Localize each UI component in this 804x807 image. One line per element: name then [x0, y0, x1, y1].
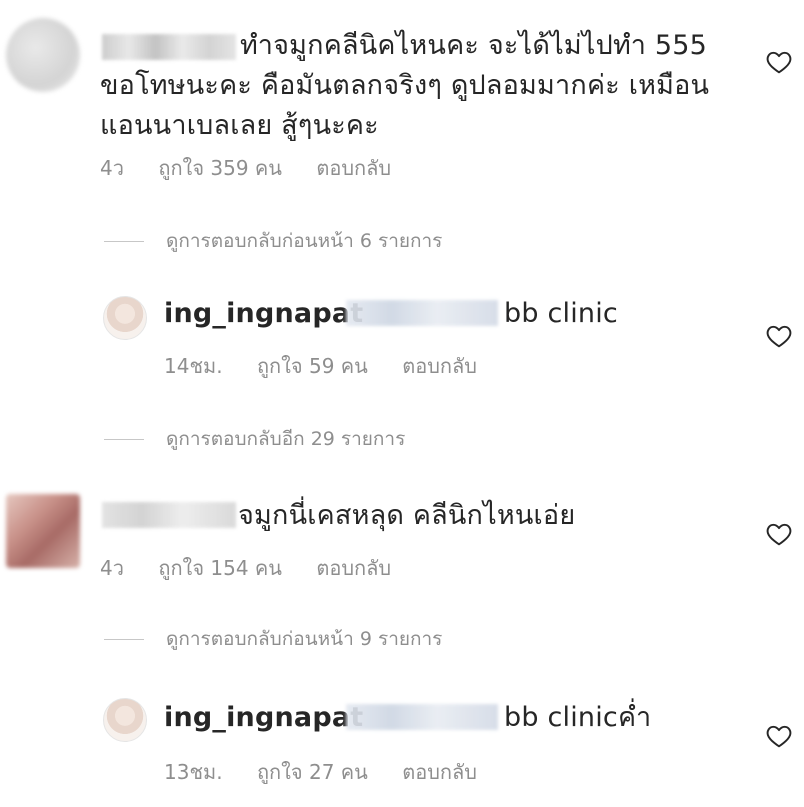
reply-username[interactable]: ing_ingnapat: [164, 298, 363, 329]
reply-reply-button[interactable]: ตอบกลับ: [402, 354, 477, 378]
reply-time: 14ชม.: [164, 354, 223, 378]
reply-avatar[interactable]: [103, 698, 147, 742]
view-more-replies-label: ดูการตอบกลับอีก 29 รายการ: [166, 428, 406, 450]
comment-text-line-3: แอนนาเบลเลย สู้ๆนะคะ: [100, 110, 379, 141]
mention-redacted[interactable]: [346, 300, 498, 326]
divider-line: [104, 240, 144, 242]
reply-row: ing_ingnapat: [164, 294, 363, 334]
view-previous-replies-label: ดูการตอบกลับก่อนหน้า 6 รายการ: [166, 230, 443, 252]
commenter-avatar-blurred[interactable]: [6, 18, 80, 92]
divider-line: [104, 438, 144, 440]
comment-meta: 4ว ถูกใจ 154 คน ตอบกลับ: [100, 552, 419, 584]
heart-outline-icon[interactable]: [766, 50, 792, 74]
reply-row: ing_ingnapat: [164, 698, 363, 738]
comment-meta: 4ว ถูกใจ 359 คน ตอบกลับ: [100, 152, 419, 184]
heart-outline-icon[interactable]: [766, 522, 792, 546]
comment-time: 4ว: [100, 556, 124, 580]
heart-outline-icon[interactable]: [766, 324, 792, 348]
reply-text: bb clinicค่ำ: [504, 702, 652, 733]
comment-time: 4ว: [100, 156, 124, 180]
reply-text: bb clinic: [504, 298, 618, 329]
heart-outline-icon[interactable]: [766, 724, 792, 748]
commenter-username-redacted[interactable]: [102, 502, 236, 528]
comment-text-line-1: จมูกนี่เคสหลุด คลีนิกไหนเอ่ย: [238, 500, 576, 531]
reply-button[interactable]: ตอบกลับ: [316, 156, 391, 180]
comments-panel: ทำจมูกคลีนิคไหนคะ จะได้ไม่ไปทำ 555 ขอโทษ…: [0, 0, 804, 807]
commenter-avatar-blurred[interactable]: [6, 494, 80, 568]
view-previous-replies-label: ดูการตอบกลับก่อนหน้า 9 รายการ: [166, 628, 443, 650]
reply-time: 13ชม.: [164, 760, 223, 784]
reply-meta: 13ชม. ถูกใจ 27 คน ตอบกลับ: [164, 756, 505, 788]
comment-text-line-2: ขอโทษนะคะ คือมันตลกจริงๆ ดูปลอมมากค่ะ เห…: [100, 70, 710, 101]
view-previous-replies[interactable]: ดูการตอบกลับก่อนหน้า 6 รายการ: [104, 226, 442, 256]
reply-likes[interactable]: ถูกใจ 59 คน: [257, 354, 368, 378]
reply-likes[interactable]: ถูกใจ 27 คน: [257, 760, 368, 784]
reply-avatar[interactable]: [103, 296, 147, 340]
reply-meta: 14ชม. ถูกใจ 59 คน ตอบกลับ: [164, 350, 505, 382]
commenter-username-redacted[interactable]: [102, 34, 236, 60]
divider-line: [104, 638, 144, 640]
comment-likes[interactable]: ถูกใจ 359 คน: [158, 156, 282, 180]
view-more-replies[interactable]: ดูการตอบกลับอีก 29 รายการ: [104, 424, 405, 454]
reply-username[interactable]: ing_ingnapat: [164, 702, 363, 733]
reply-reply-button[interactable]: ตอบกลับ: [402, 760, 477, 784]
comment-text-line-1: ทำจมูกคลีนิคไหนคะ จะได้ไม่ไปทำ 555: [240, 30, 708, 61]
mention-redacted[interactable]: [346, 704, 498, 730]
view-previous-replies[interactable]: ดูการตอบกลับก่อนหน้า 9 รายการ: [104, 624, 442, 654]
reply-button[interactable]: ตอบกลับ: [316, 556, 391, 580]
comment-likes[interactable]: ถูกใจ 154 คน: [158, 556, 282, 580]
